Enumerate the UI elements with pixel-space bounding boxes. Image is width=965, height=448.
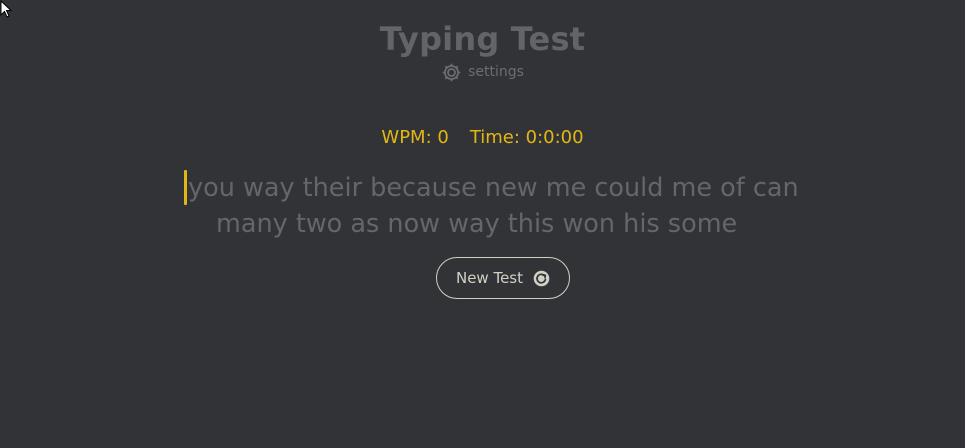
page-title: Typing Test: [379, 20, 586, 58]
time-readout: Time: 0:0:00: [469, 127, 584, 148]
new-test-label: New Test: [455, 269, 524, 287]
typing-test-page: Typing Test settings WPM: 0 Time: 0:0:00…: [0, 0, 965, 448]
refresh-icon: [533, 270, 550, 286]
wpm-readout: WPM: 0: [381, 127, 449, 148]
settings-label: settings: [468, 64, 524, 80]
word-line: many two as now way this won his some: [216, 209, 738, 239]
new-test-button[interactable]: New Test: [436, 257, 570, 299]
word-line: you way their because new me could me of…: [188, 173, 799, 203]
settings-link[interactable]: settings: [0, 60, 965, 84]
stats-bar: WPM: 0 Time: 0:0:00: [0, 126, 965, 150]
word-display[interactable]: you way their because new me could me of…: [186, 170, 826, 242]
mouse-cursor-icon: [0, 0, 12, 18]
gear-icon: [442, 63, 461, 81]
